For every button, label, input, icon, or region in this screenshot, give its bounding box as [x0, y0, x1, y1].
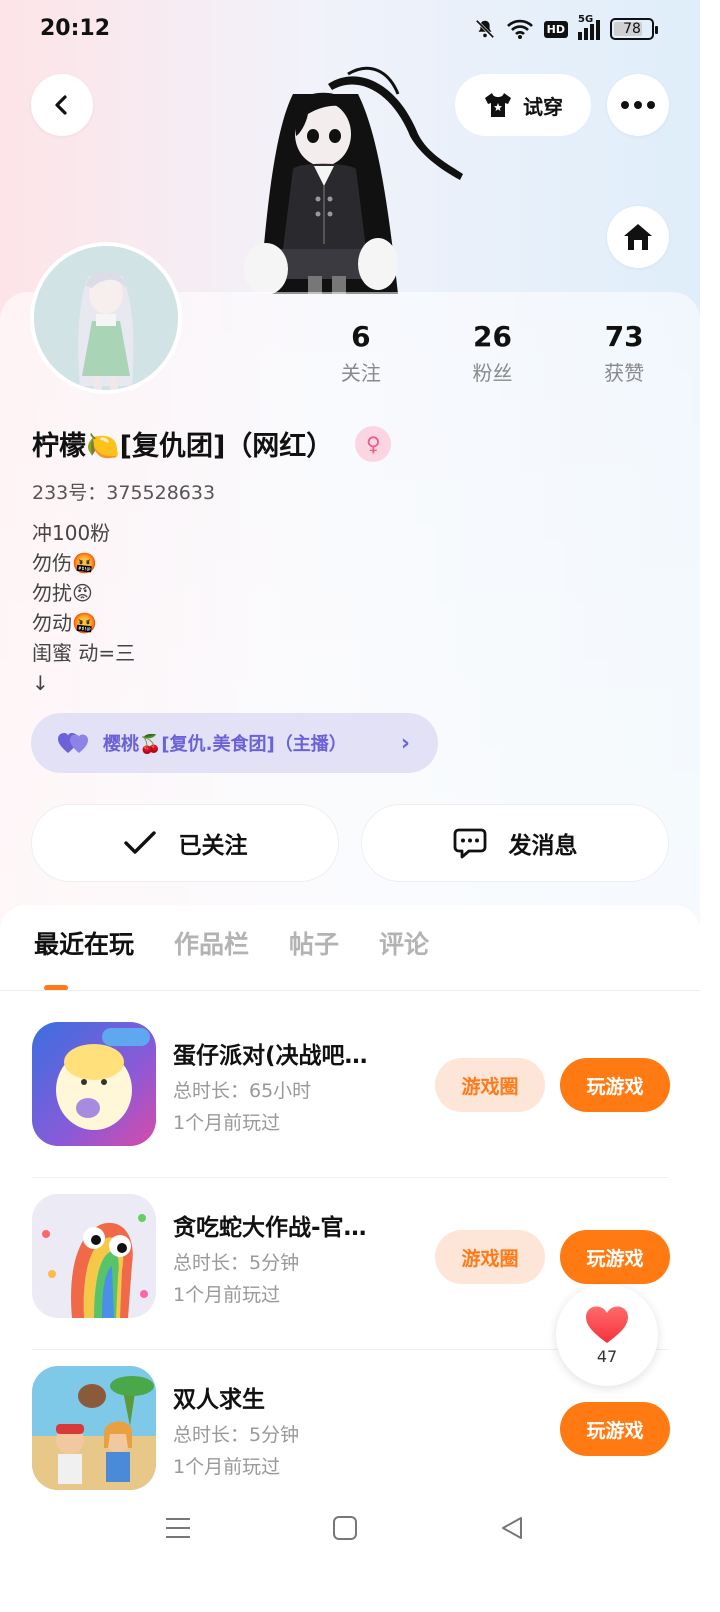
- followers-count: 26: [473, 320, 512, 353]
- status-bar: 20:12 HD 5G 78: [0, 0, 700, 62]
- avatar[interactable]: [30, 242, 182, 394]
- bio-line: 闺蜜 动=三: [32, 641, 136, 665]
- more-button[interactable]: [607, 74, 669, 136]
- back-triangle-icon: [502, 1517, 522, 1539]
- tab-bar: 最近在玩 作品栏 帖子 评论: [34, 925, 429, 977]
- likes-count: 73: [604, 320, 644, 353]
- more-dots-icon: [621, 101, 655, 109]
- hd-icon: HD: [543, 20, 568, 38]
- stat-followers[interactable]: 26 粉丝: [427, 320, 559, 386]
- stat-following[interactable]: 6 关注: [295, 320, 427, 386]
- message-label: 发消息: [508, 833, 578, 859]
- system-nav-bar: [0, 1490, 700, 1562]
- bestie-tag[interactable]: 樱桃🍒[复仇.美食团]（主播） ›: [31, 713, 438, 773]
- network-type: 5G: [578, 14, 594, 25]
- bio-line: 勿动🤬: [32, 611, 97, 635]
- battery-icon: 78: [610, 18, 658, 40]
- game-duration: 总时长：5分钟: [173, 1424, 300, 1446]
- tab-works[interactable]: 作品栏: [174, 925, 249, 977]
- status-time: 20:12: [40, 16, 111, 41]
- game-row[interactable]: 蛋仔派对(决战吧… 总时长：65小时 1个月前玩过 游戏圈 玩游戏: [0, 1006, 700, 1178]
- followed-button[interactable]: 已关注: [31, 804, 339, 882]
- tryon-button[interactable]: 试穿: [455, 74, 591, 136]
- tab-recently-played[interactable]: 最近在玩: [34, 925, 134, 977]
- bio-line: 冲100粉: [32, 521, 111, 545]
- chevron-right-icon: ›: [400, 730, 410, 756]
- game-title: 双人求生: [173, 1387, 265, 1413]
- game-circle-button[interactable]: 游戏圈: [435, 1230, 545, 1284]
- likes-label: 获赞: [604, 361, 645, 385]
- game-duration: 总时长：5分钟: [173, 1252, 300, 1274]
- chat-bubble-icon: [453, 828, 486, 859]
- message-button[interactable]: 发消息: [361, 804, 669, 882]
- tab-comments[interactable]: 评论: [379, 925, 429, 977]
- profile-stats: 6 关注 26 粉丝 73 获赞: [295, 320, 690, 386]
- followers-label: 粉丝: [472, 361, 513, 385]
- shirt-icon: [485, 93, 511, 117]
- bestie-tag-text: 樱桃🍒[复仇.美食团]（主播）: [103, 734, 347, 755]
- content-panel: 最近在玩 作品栏 帖子 评论 蛋仔派对(决战吧… 总时长：65小时 1个月前玩过…: [0, 905, 700, 1562]
- like-count: 47: [596, 1346, 618, 1366]
- tryon-label: 试穿: [523, 94, 563, 119]
- stat-likes[interactable]: 73 获赞: [558, 320, 690, 386]
- back-button[interactable]: [31, 74, 93, 136]
- game-title: 蛋仔派对(决战吧…: [173, 1043, 368, 1069]
- home-icon: [624, 224, 652, 250]
- game-title: 贪吃蛇大作战-官…: [173, 1215, 367, 1241]
- female-gender-icon: ♀: [355, 425, 392, 462]
- game-icon: [32, 1366, 156, 1490]
- avatar-3d-image[interactable]: [238, 64, 463, 294]
- following-count: 6: [351, 320, 371, 353]
- bio-line: 勿伤🤬: [32, 551, 97, 575]
- bell-muted-icon: [474, 18, 496, 40]
- game-icon: [32, 1022, 156, 1146]
- like-button[interactable]: 47: [556, 1284, 658, 1386]
- game-circle-button[interactable]: 游戏圈: [435, 1058, 545, 1112]
- menu-icon: [166, 1518, 190, 1538]
- chevron-left-icon: [55, 95, 67, 115]
- avatar-image: [34, 246, 178, 390]
- game-last-played: 1个月前玩过: [173, 1284, 281, 1306]
- play-game-button[interactable]: 玩游戏: [560, 1402, 670, 1456]
- battery-level: 78: [623, 21, 641, 37]
- home-button[interactable]: [607, 206, 669, 268]
- checkmark-icon: [123, 831, 156, 854]
- game-last-played: 1个月前玩过: [173, 1112, 281, 1134]
- back-nav-button[interactable]: [492, 1510, 532, 1546]
- game-icon: [32, 1194, 156, 1318]
- user-id: 233号：375528633: [32, 482, 216, 504]
- game-last-played: 1个月前玩过: [173, 1456, 281, 1478]
- home-square-icon: [333, 1516, 357, 1540]
- bio-line: 勿扰😡: [32, 581, 93, 605]
- nickname-row: 柠檬🍋[复仇团]（网红） ♀: [32, 424, 392, 463]
- followed-label: 已关注: [178, 833, 248, 859]
- following-label: 关注: [340, 361, 381, 385]
- game-duration: 总时长：65小时: [173, 1080, 312, 1102]
- heart-icon: [586, 1306, 628, 1343]
- nickname: 柠檬🍋[复仇团]（网红）: [32, 431, 334, 462]
- tab-posts[interactable]: 帖子: [289, 925, 339, 977]
- home-nav-button[interactable]: [325, 1510, 365, 1546]
- bio: 冲100粉 勿伤🤬 勿扰😡 勿动🤬 闺蜜 动=三 ↓: [32, 518, 135, 698]
- double-heart-icon: [58, 733, 88, 753]
- status-icons: HD 5G 78: [474, 14, 658, 40]
- divider: [0, 990, 700, 991]
- wifi-icon: [506, 18, 534, 40]
- menu-button[interactable]: [158, 1510, 198, 1546]
- signal-icon: 5G: [578, 14, 600, 40]
- bio-line: ↓: [32, 671, 49, 695]
- play-game-button[interactable]: 玩游戏: [560, 1058, 670, 1112]
- play-game-button[interactable]: 玩游戏: [560, 1230, 670, 1284]
